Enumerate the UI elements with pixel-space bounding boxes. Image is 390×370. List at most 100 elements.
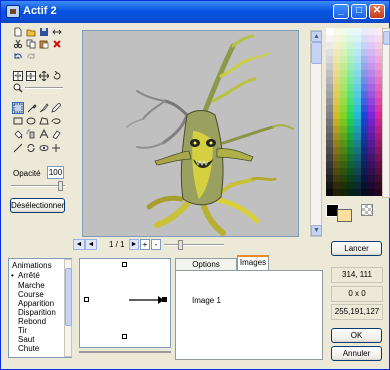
palette-swatch[interactable] (375, 70, 382, 77)
polygon-tool-icon[interactable] (39, 116, 49, 126)
palette-swatch[interactable] (347, 154, 354, 161)
deselect-button[interactable]: Désélectionner (10, 198, 65, 213)
scroll-up-icon[interactable]: ▲ (311, 31, 322, 42)
new-file-icon[interactable] (13, 27, 23, 37)
palette-swatch[interactable] (361, 133, 368, 140)
palette-swatch[interactable] (326, 49, 333, 56)
color-palette[interactable] (326, 28, 382, 198)
palette-swatch[interactable] (375, 161, 382, 168)
palette-swatch[interactable] (375, 42, 382, 49)
palette-swatch[interactable] (347, 84, 354, 91)
palette-swatch[interactable] (361, 42, 368, 49)
palette-swatch[interactable] (368, 63, 375, 70)
palette-swatch[interactable] (347, 42, 354, 49)
direction-handle-top[interactable] (122, 262, 127, 267)
rectangle-select-icon[interactable] (12, 102, 24, 114)
palette-swatch[interactable] (375, 91, 382, 98)
palette-swatch[interactable] (361, 91, 368, 98)
list-item[interactable]: Arrêté (18, 271, 40, 280)
palette-swatch[interactable] (354, 63, 361, 70)
palette-swatch[interactable] (354, 35, 361, 42)
palette-swatch[interactable] (354, 42, 361, 49)
palette-swatch[interactable] (361, 49, 368, 56)
palette-swatch[interactable] (375, 126, 382, 133)
brush-icon[interactable] (39, 103, 49, 113)
palette-swatch[interactable] (347, 119, 354, 126)
palette-swatch[interactable] (368, 70, 375, 77)
palette-swatch[interactable] (340, 182, 347, 189)
palette-swatch[interactable] (326, 140, 333, 147)
palette-swatch[interactable] (354, 56, 361, 63)
palette-swatch[interactable] (333, 105, 340, 112)
palette-swatch[interactable] (333, 182, 340, 189)
palette-swatch[interactable] (375, 189, 382, 196)
palette-swatch[interactable] (368, 28, 375, 35)
palette-swatch[interactable] (340, 126, 347, 133)
palette-swatch[interactable] (354, 133, 361, 140)
paste-icon[interactable] (39, 39, 49, 49)
palette-swatch[interactable] (354, 105, 361, 112)
fill-bucket-icon[interactable] (13, 129, 23, 139)
palette-swatch[interactable] (326, 91, 333, 98)
list-item[interactable]: Disparition (18, 308, 56, 317)
palette-swatch[interactable] (375, 98, 382, 105)
palette-swatch[interactable] (368, 42, 375, 49)
title-bar[interactable]: Actif 2 _ □ ✕ (1, 1, 389, 23)
opacity-slider-thumb[interactable] (58, 181, 63, 191)
palette-swatch[interactable] (361, 161, 368, 168)
palette-swatch[interactable] (340, 147, 347, 154)
palette-swatch[interactable] (368, 133, 375, 140)
palette-swatch[interactable] (361, 119, 368, 126)
palette-swatch[interactable] (347, 28, 354, 35)
palette-swatch[interactable] (361, 182, 368, 189)
palette-swatch[interactable] (340, 189, 347, 196)
palette-swatch[interactable] (361, 112, 368, 119)
opacity-input[interactable]: 100 (47, 166, 64, 179)
save-icon[interactable] (39, 27, 49, 37)
palette-swatch[interactable] (326, 98, 333, 105)
close-button[interactable]: ✕ (369, 4, 385, 19)
view-eye-icon[interactable] (39, 143, 49, 153)
palette-swatch[interactable] (375, 56, 382, 63)
palette-swatch[interactable] (340, 70, 347, 77)
cancel-button[interactable]: Annuler (331, 346, 382, 361)
palette-swatch[interactable] (368, 126, 375, 133)
opacity-slider[interactable] (11, 181, 65, 191)
list-item[interactable]: Marche (18, 281, 45, 290)
palette-swatch[interactable] (347, 91, 354, 98)
frame-speed-slider[interactable] (164, 240, 224, 250)
palette-swatch[interactable] (368, 49, 375, 56)
palette-swatch[interactable] (361, 147, 368, 154)
palette-swatch[interactable] (347, 175, 354, 182)
palette-swatch[interactable] (375, 133, 382, 140)
flip-vertical-icon[interactable] (26, 71, 36, 81)
eraser-icon[interactable] (51, 129, 61, 139)
tab-images[interactable]: Images (237, 255, 269, 271)
palette-swatch[interactable] (368, 189, 375, 196)
palette-swatch[interactable] (326, 56, 333, 63)
palette-swatch[interactable] (368, 119, 375, 126)
palette-swatch[interactable] (375, 63, 382, 70)
palette-swatch[interactable] (326, 84, 333, 91)
palette-swatch[interactable] (347, 182, 354, 189)
canvas-scroll-thumb[interactable] (311, 42, 322, 64)
palette-swatch[interactable] (347, 161, 354, 168)
palette-swatch[interactable] (361, 105, 368, 112)
palette-swatch[interactable] (347, 77, 354, 84)
palette-swatch[interactable] (368, 140, 375, 147)
first-frame-icon[interactable]: ◄ (85, 239, 97, 250)
list-item[interactable]: Saut (18, 335, 34, 344)
palette-swatch[interactable] (340, 140, 347, 147)
palette-swatch[interactable] (375, 112, 382, 119)
palette-swatch[interactable] (354, 70, 361, 77)
palette-swatch[interactable] (354, 189, 361, 196)
palette-swatch[interactable] (354, 119, 361, 126)
palette-swatch[interactable] (375, 175, 382, 182)
animations-scrollbar[interactable] (64, 259, 72, 357)
maximize-button[interactable]: □ (351, 4, 367, 19)
palette-swatch[interactable] (333, 112, 340, 119)
palette-swatch[interactable] (326, 154, 333, 161)
palette-swatch[interactable] (368, 182, 375, 189)
palette-swatch[interactable] (333, 140, 340, 147)
palette-swatch[interactable] (326, 175, 333, 182)
